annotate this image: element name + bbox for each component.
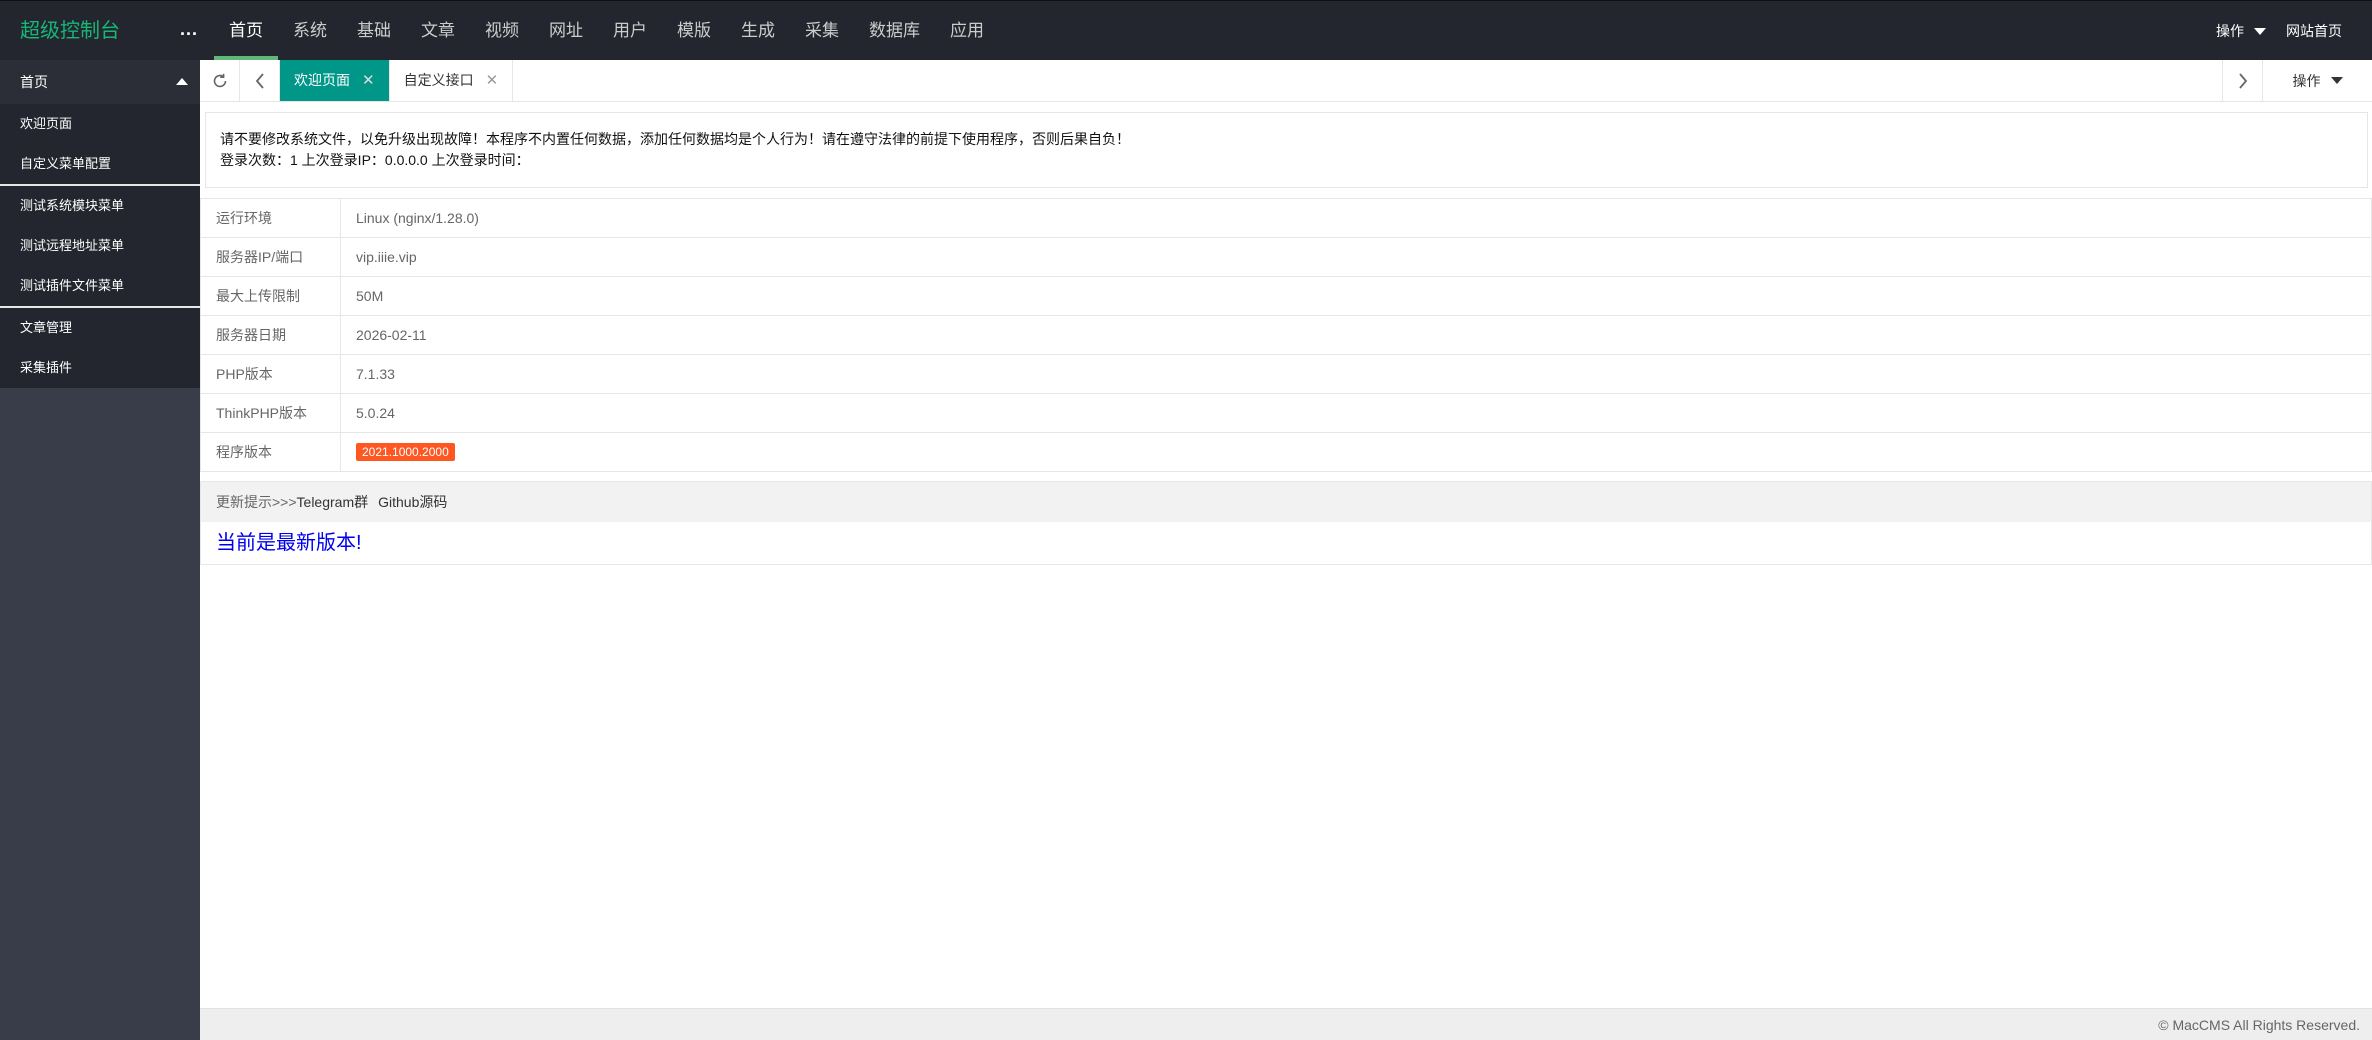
table-row: 运行环境 Linux (nginx/1.28.0) bbox=[200, 198, 2372, 238]
row-value: 5.0.24 bbox=[340, 393, 2372, 433]
sidebar-item-welcome[interactable]: 欢迎页面 bbox=[0, 104, 200, 144]
tab-bar: 欢迎页面 ✕ 自定义接口 ✕ 操作 bbox=[200, 60, 2372, 102]
caret-up-icon bbox=[176, 78, 188, 85]
tab-label: 欢迎页面 bbox=[294, 72, 350, 88]
nav-item-generate[interactable]: 生成 bbox=[726, 1, 790, 61]
copyright-text: © MacCMS All Rights Reserved. bbox=[2158, 1017, 2360, 1033]
site-home-link[interactable]: 网站首页 bbox=[2286, 21, 2342, 41]
tab-custom-api[interactable]: 自定义接口 ✕ bbox=[390, 60, 514, 101]
caret-down-icon bbox=[2254, 27, 2266, 35]
sidebar-item-test-remote-url[interactable]: 测试远程地址菜单 bbox=[0, 226, 200, 266]
chevron-right-icon bbox=[2238, 72, 2247, 89]
sidebar-item-custom-menu[interactable]: 自定义菜单配置 bbox=[0, 144, 200, 184]
sidebar-item-test-plugin-file[interactable]: 测试插件文件菜单 bbox=[0, 266, 200, 306]
nav-item-basic[interactable]: 基础 bbox=[342, 1, 406, 61]
header-ops-dropdown[interactable]: 操作 bbox=[2216, 21, 2266, 41]
table-row: 程序版本 2021.1000.2000 bbox=[200, 432, 2372, 472]
nav-item-home[interactable]: 首页 bbox=[214, 1, 278, 61]
row-value-cell: 2021.1000.2000 bbox=[340, 432, 2372, 472]
chevron-left-icon bbox=[255, 72, 264, 89]
sidebar-section-header[interactable]: 首页 bbox=[0, 60, 200, 104]
refresh-button[interactable] bbox=[200, 60, 240, 101]
update-message: 当前是最新版本! bbox=[216, 532, 362, 554]
nav-item-apps[interactable]: 应用 bbox=[935, 1, 999, 61]
main-content: 请不要修改系统文件，以免升级出现故障！本程序不内置任何数据，添加任何数据均是个人… bbox=[200, 102, 2372, 1007]
row-key: ThinkPHP版本 bbox=[200, 393, 341, 433]
table-row: 最大上传限制 50M bbox=[200, 276, 2372, 316]
sidebar-toggle-button[interactable]: ... bbox=[180, 19, 198, 40]
tab-ops-dropdown[interactable]: 操作 bbox=[2262, 60, 2372, 101]
sidebar: 首页 欢迎页面 自定义菜单配置 测试系统模块菜单 测试远程地址菜单 测试插件文件… bbox=[0, 60, 200, 1040]
row-key: 最大上传限制 bbox=[200, 276, 341, 316]
nav-item-article[interactable]: 文章 bbox=[406, 1, 470, 61]
tab-ops-label: 操作 bbox=[2292, 72, 2321, 89]
app-logo[interactable]: 超级控制台 bbox=[0, 1, 200, 61]
sidebar-item-collect-plugin[interactable]: 采集插件 bbox=[0, 348, 200, 388]
tab-welcome[interactable]: 欢迎页面 ✕ bbox=[280, 60, 390, 101]
row-value: Linux (nginx/1.28.0) bbox=[340, 198, 2372, 238]
sidebar-menu: 欢迎页面 自定义菜单配置 测试系统模块菜单 测试远程地址菜单 测试插件文件菜单 … bbox=[0, 104, 200, 388]
notice-box: 请不要修改系统文件，以免升级出现故障！本程序不内置任何数据，添加任何数据均是个人… bbox=[205, 112, 2368, 188]
nav-item-template[interactable]: 模版 bbox=[662, 1, 726, 61]
tab-list: 欢迎页面 ✕ 自定义接口 ✕ bbox=[280, 60, 514, 101]
row-key: 程序版本 bbox=[200, 432, 341, 472]
nav-item-collect[interactable]: 采集 bbox=[790, 1, 854, 61]
header-right: 操作 网站首页 bbox=[2216, 1, 2342, 61]
github-link[interactable]: Github源码 bbox=[378, 494, 447, 510]
table-row: 服务器日期 2026-02-11 bbox=[200, 315, 2372, 355]
notice-warning: 请不要修改系统文件，以免升级出现故障！本程序不内置任何数据，添加任何数据均是个人… bbox=[220, 131, 1130, 147]
nav-item-user[interactable]: 用户 bbox=[598, 1, 662, 61]
sidebar-item-test-system-module[interactable]: 测试系统模块菜单 bbox=[0, 186, 200, 226]
update-header: 更新提示>>>Telegram群 Github源码 bbox=[201, 482, 2371, 522]
row-key: 服务器IP/端口 bbox=[200, 237, 341, 277]
footer: © MacCMS All Rights Reserved. bbox=[200, 1008, 2372, 1040]
nav-item-system[interactable]: 系统 bbox=[278, 1, 342, 61]
top-nav: 首页 系统 基础 文章 视频 网址 用户 模版 生成 采集 数据库 应用 bbox=[214, 1, 999, 61]
server-info-table: 运行环境 Linux (nginx/1.28.0) 服务器IP/端口 vip.i… bbox=[200, 198, 2372, 472]
top-header: 超级控制台 ... 首页 系统 基础 文章 视频 网址 用户 模版 生成 采集 … bbox=[0, 0, 2372, 61]
telegram-link[interactable]: Telegram群 bbox=[297, 494, 369, 510]
sidebar-section-title: 首页 bbox=[20, 74, 48, 90]
header-ops-label: 操作 bbox=[2216, 23, 2244, 39]
refresh-icon bbox=[213, 73, 226, 87]
row-key: 服务器日期 bbox=[200, 315, 341, 355]
row-value: 7.1.33 bbox=[340, 354, 2372, 394]
row-key: 运行环境 bbox=[200, 198, 341, 238]
caret-down-icon bbox=[2330, 77, 2343, 84]
table-row: PHP版本 7.1.33 bbox=[200, 354, 2372, 394]
nav-item-video[interactable]: 视频 bbox=[470, 1, 534, 61]
tab-prev-button[interactable] bbox=[240, 60, 280, 101]
close-icon[interactable]: ✕ bbox=[362, 60, 375, 101]
row-value: 50M bbox=[340, 276, 2372, 316]
version-badge: 2021.1000.2000 bbox=[356, 443, 455, 461]
tab-bar-right: 操作 bbox=[2222, 60, 2372, 101]
update-prefix: 更新提示>>> bbox=[216, 494, 297, 510]
update-panel: 更新提示>>>Telegram群 Github源码 当前是最新版本! bbox=[200, 481, 2372, 565]
table-row: 服务器IP/端口 vip.iiie.vip bbox=[200, 237, 2372, 277]
notice-login-info: 登录次数：1 上次登录IP：0.0.0.0 上次登录时间： bbox=[220, 152, 530, 168]
nav-item-website[interactable]: 网址 bbox=[534, 1, 598, 61]
row-value: vip.iiie.vip bbox=[340, 237, 2372, 277]
tab-label: 自定义接口 bbox=[403, 72, 474, 88]
close-icon[interactable]: ✕ bbox=[486, 60, 499, 101]
tab-next-button[interactable] bbox=[2222, 60, 2262, 101]
table-row: ThinkPHP版本 5.0.24 bbox=[200, 393, 2372, 433]
row-value: 2026-02-11 bbox=[340, 315, 2372, 355]
row-key: PHP版本 bbox=[200, 354, 341, 394]
sidebar-item-article-manage[interactable]: 文章管理 bbox=[0, 308, 200, 348]
nav-item-database[interactable]: 数据库 bbox=[854, 1, 935, 61]
